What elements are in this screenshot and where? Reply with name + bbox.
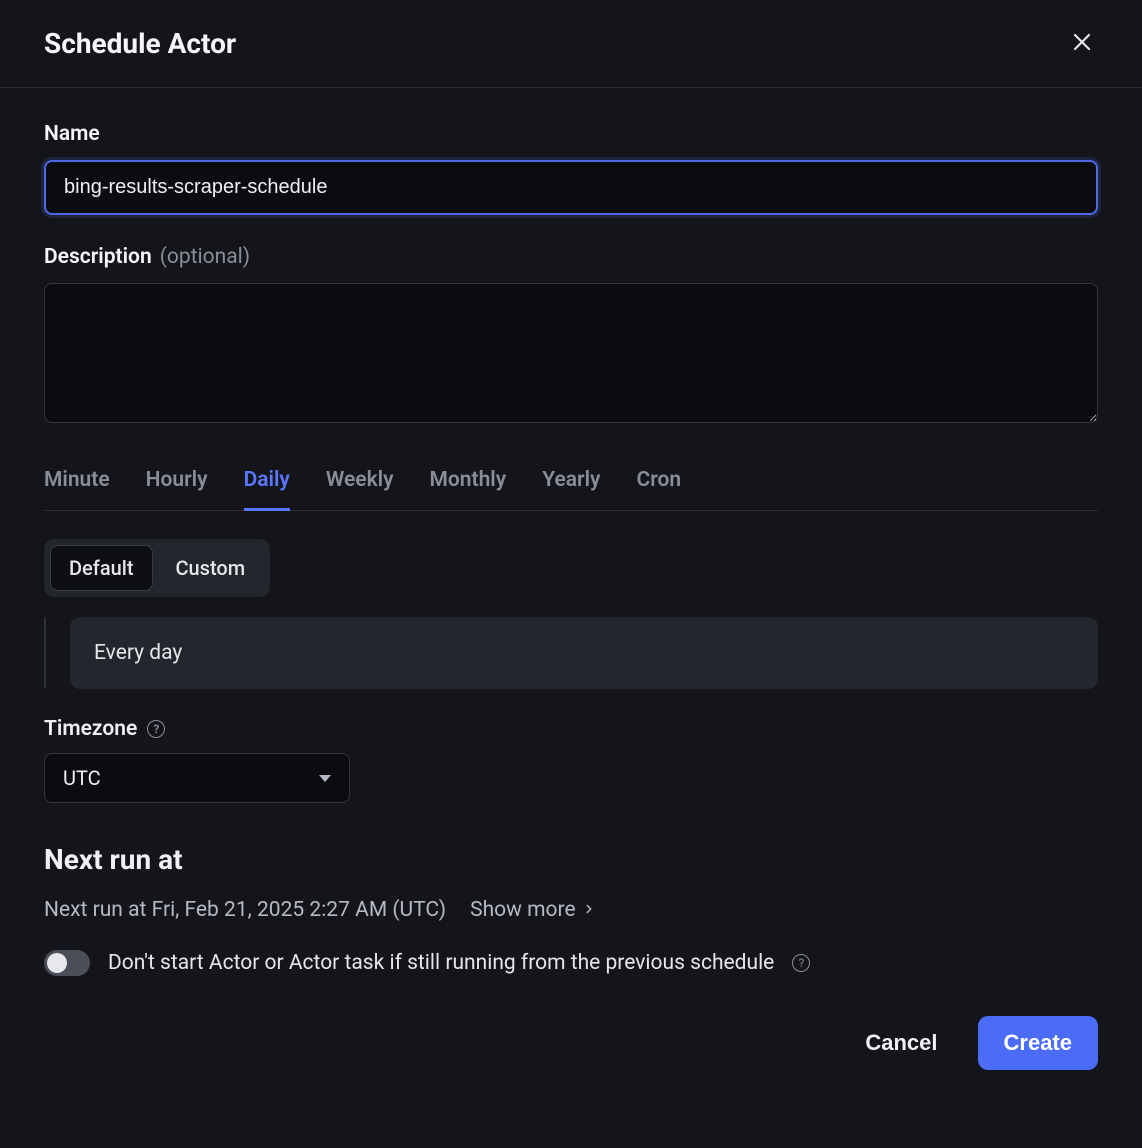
dialog-body: Name Description (optional) Minute Hourl…: [0, 88, 1142, 1090]
tab-monthly[interactable]: Monthly: [430, 458, 507, 511]
help-icon[interactable]: ?: [792, 954, 810, 972]
dialog-header: Schedule Actor: [0, 0, 1142, 88]
exclusive-run-toggle[interactable]: [44, 950, 90, 976]
schedule-indicator-bar: [44, 617, 46, 689]
schedule-summary-row: Every day: [44, 617, 1098, 689]
help-icon[interactable]: ?: [147, 720, 165, 738]
timezone-field-group: Timezone ? UTC: [44, 717, 1098, 803]
schedule-mode-segments: Default Custom: [44, 539, 270, 597]
exclusive-run-toggle-row: Don't start Actor or Actor task if still…: [44, 950, 1098, 976]
description-field-group: Description (optional): [44, 245, 1098, 428]
timezone-select[interactable]: UTC: [44, 753, 350, 803]
name-field-group: Name: [44, 122, 1098, 215]
dialog-title: Schedule Actor: [44, 27, 236, 60]
tab-minute[interactable]: Minute: [44, 458, 110, 511]
name-label: Name: [44, 122, 1098, 146]
next-run-heading: Next run at: [44, 843, 1098, 876]
tab-cron[interactable]: Cron: [636, 458, 681, 511]
segment-default[interactable]: Default: [50, 545, 153, 591]
tab-hourly[interactable]: Hourly: [146, 458, 208, 511]
tab-daily[interactable]: Daily: [244, 458, 290, 511]
description-textarea[interactable]: [44, 283, 1098, 423]
description-label: Description (optional): [44, 245, 1098, 269]
schedule-summary-box: Every day: [70, 617, 1098, 689]
cancel-button[interactable]: Cancel: [849, 1016, 953, 1070]
segment-custom[interactable]: Custom: [157, 545, 265, 591]
timezone-label-text: Timezone: [44, 717, 137, 741]
dialog-footer: Cancel Create: [44, 1016, 1098, 1070]
frequency-tabs: Minute Hourly Daily Weekly Monthly Yearl…: [44, 458, 1098, 511]
show-more-button[interactable]: Show more: [470, 898, 595, 922]
name-input[interactable]: [44, 160, 1098, 215]
next-run-line: Next run at Fri, Feb 21, 2025 2:27 AM (U…: [44, 898, 1098, 922]
close-icon: [1070, 30, 1094, 57]
chevron-right-icon: [582, 898, 596, 922]
chevron-down-icon: [319, 775, 331, 782]
description-optional: (optional): [160, 245, 250, 269]
create-button[interactable]: Create: [978, 1016, 1098, 1070]
show-more-label: Show more: [470, 898, 575, 922]
exclusive-run-label: Don't start Actor or Actor task if still…: [108, 951, 774, 975]
tab-yearly[interactable]: Yearly: [542, 458, 600, 511]
next-run-text: Next run at Fri, Feb 21, 2025 2:27 AM (U…: [44, 898, 446, 922]
close-button[interactable]: [1066, 26, 1098, 61]
description-label-text: Description: [44, 245, 152, 269]
toggle-knob: [47, 953, 67, 973]
timezone-label: Timezone ?: [44, 717, 1098, 741]
tab-weekly[interactable]: Weekly: [326, 458, 394, 511]
timezone-value: UTC: [63, 766, 101, 790]
